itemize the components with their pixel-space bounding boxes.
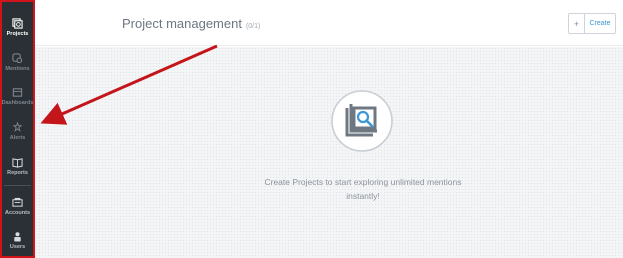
page-title: Project management (0/1)	[122, 16, 260, 31]
sidebar-item-users[interactable]: Users	[2, 224, 33, 256]
sidebar-item-label: Accounts	[4, 209, 31, 216]
sidebar-item-reports[interactable]: Reports	[2, 150, 33, 182]
sidebar-item-label: Reports	[7, 169, 28, 176]
sidebar-item-label: Dashboards	[1, 99, 34, 106]
sidebar-item-label: Alerts	[9, 134, 26, 141]
sidebar-item-dashboards[interactable]: Dashboards	[2, 80, 33, 112]
sidebar-item-accounts[interactable]: Accounts	[2, 190, 33, 222]
main-content: Create Projects to start exploring unlim…	[35, 47, 623, 258]
plus-icon: +	[569, 14, 585, 33]
accounts-icon	[12, 197, 23, 207]
sidebar-item-label: Mentions	[5, 65, 30, 72]
sidebar-item-mentions[interactable]: Mentions	[2, 46, 33, 78]
sidebar-nav: Projects Mentions Dashboards Alerts Repo…	[0, 0, 35, 258]
sidebar-divider	[4, 185, 31, 186]
mentions-icon	[12, 52, 23, 63]
sidebar-item-alerts[interactable]: Alerts	[2, 115, 33, 147]
dashboards-icon	[12, 87, 23, 97]
reports-icon	[12, 157, 23, 168]
sidebar-item-projects[interactable]: Projects	[2, 11, 33, 43]
sidebar-item-label: Users	[9, 243, 26, 250]
project-count: (0/1)	[245, 23, 261, 30]
empty-state-message: Create Projects to start exploring unlim…	[264, 177, 462, 201]
users-icon	[14, 231, 21, 242]
create-button-label: Create	[589, 20, 611, 27]
sidebar-item-label: Projects	[6, 30, 29, 37]
header-bar: Project management (0/1) + Create	[35, 0, 623, 46]
projects-search-icon	[331, 90, 393, 152]
alerts-icon	[12, 121, 23, 132]
page-title-text: Project management	[122, 16, 242, 31]
create-button[interactable]: + Create	[568, 13, 616, 34]
projects-icon	[12, 17, 23, 29]
